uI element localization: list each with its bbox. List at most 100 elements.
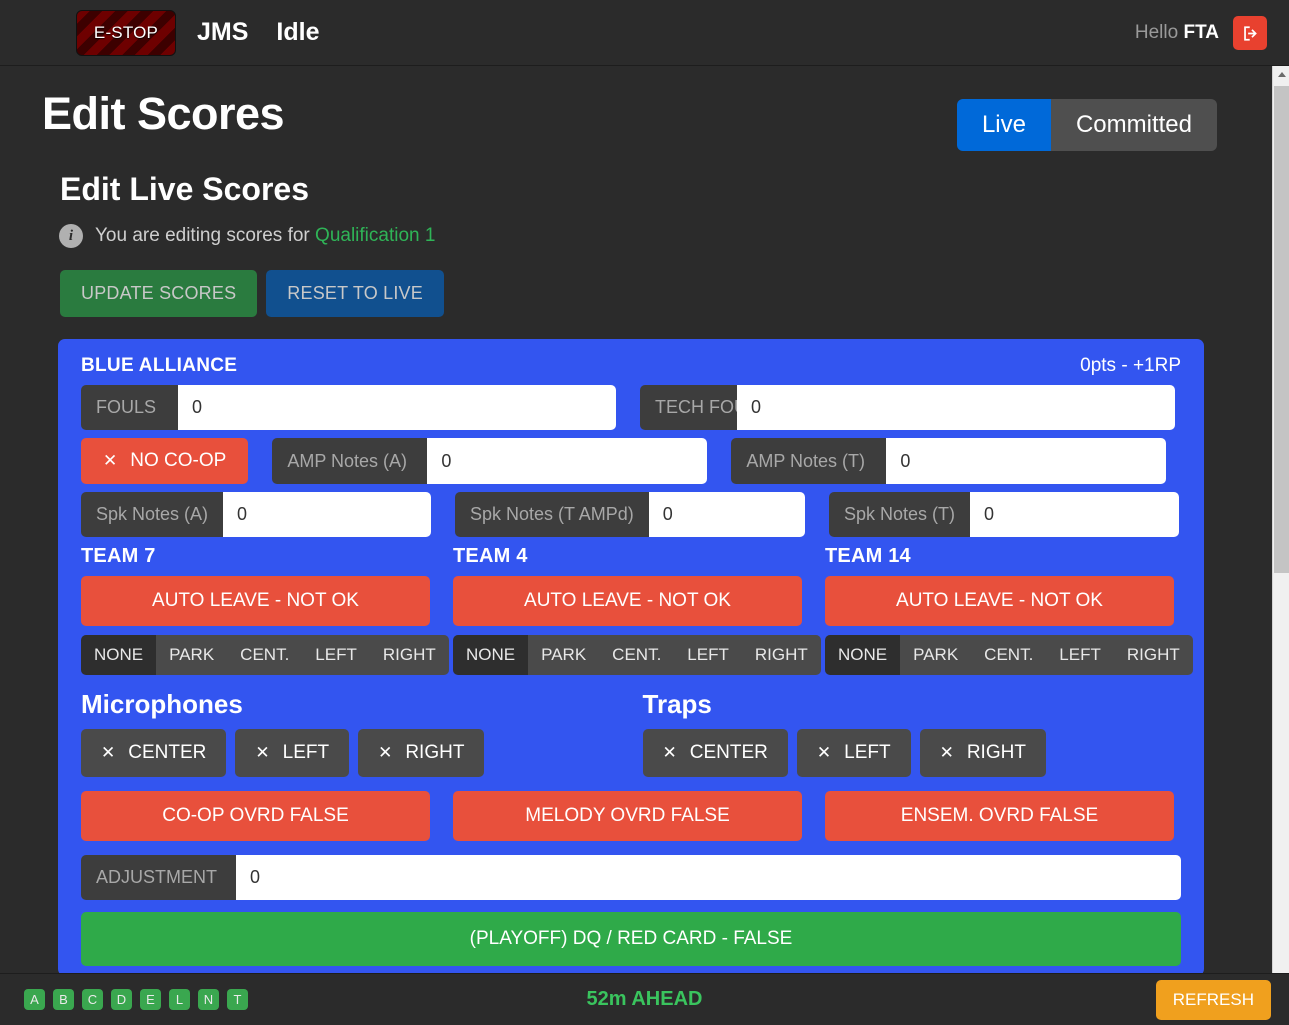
spk-notes-ampd-input[interactable] — [648, 492, 805, 537]
coop-override-toggle[interactable]: CO-OP OVRD FALSE — [81, 791, 430, 841]
segment-none[interactable]: NONE — [81, 635, 157, 675]
trap-center-label: CENTER — [689, 742, 768, 763]
segment-left[interactable]: LEFT — [1046, 635, 1114, 675]
traps-title: Traps — [642, 689, 712, 719]
dq-red-card-toggle[interactable]: (PLAYOFF) DQ / RED CARD - FALSE — [81, 912, 1181, 966]
microphones-title: Microphones — [81, 689, 243, 719]
status-letter[interactable]: B — [53, 989, 74, 1010]
team-name: TEAM 14 — [825, 545, 911, 567]
dq-row: (PLAYOFF) DQ / RED CARD - FALSE — [58, 912, 1204, 966]
microphone-center-toggle[interactable]: ✕ CENTER — [81, 729, 227, 777]
x-icon: ✕ — [255, 743, 270, 762]
status-letter[interactable]: N — [198, 989, 219, 1010]
info-icon: i — [59, 224, 83, 248]
x-icon: ✕ — [378, 743, 393, 762]
no-coop-toggle[interactable]: ✕ NO CO-OP — [81, 438, 249, 484]
greeting-prefix: Hello — [1134, 22, 1184, 43]
teams-row: TEAM 7 AUTO LEAVE - NOT OK NONE PARK CEN… — [58, 545, 1204, 675]
status-letter[interactable]: C — [82, 989, 103, 1010]
microphone-center-label: CENTER — [128, 742, 207, 763]
trap-right-toggle[interactable]: ✕ RIGHT — [919, 729, 1046, 777]
spk-notes-auto-field[interactable]: Spk Notes (A) — [81, 492, 431, 537]
auto-leave-toggle[interactable]: AUTO LEAVE - NOT OK — [81, 576, 430, 626]
status-letter[interactable]: D — [111, 989, 132, 1010]
estop-button[interactable]: E-STOP — [76, 9, 176, 56]
bottom-status-bar: A B C D E L N T 52m AHEAD REFRESH — [0, 973, 1289, 1025]
alliance-name: BLUE ALLIANCE — [81, 355, 238, 376]
amp-notes-auto-field[interactable]: AMP Notes (A) — [272, 438, 708, 484]
amp-notes-auto-label: AMP Notes (A) — [272, 438, 428, 484]
alliance-header: BLUE ALLIANCE 0pts - +1RP — [58, 339, 1204, 385]
auto-leave-toggle[interactable]: AUTO LEAVE - NOT OK — [825, 576, 1174, 626]
segment-park[interactable]: PARK — [528, 635, 600, 675]
user-greeting: Hello FTA — [1135, 22, 1219, 44]
reset-to-live-button[interactable]: RESET TO LIVE — [266, 270, 444, 317]
segment-park[interactable]: PARK — [900, 635, 972, 675]
segment-center[interactable]: CENT. — [227, 635, 303, 675]
segment-right[interactable]: RIGHT — [369, 635, 449, 675]
trap-center-toggle[interactable]: ✕ CENTER — [642, 729, 788, 777]
refresh-button[interactable]: REFRESH — [1155, 979, 1271, 1020]
microphone-left-toggle[interactable]: ✕ LEFT — [235, 729, 350, 777]
fouls-input[interactable] — [178, 385, 616, 430]
status-letter[interactable]: T — [227, 989, 248, 1010]
spk-notes-auto-label: Spk Notes (A) — [81, 492, 224, 537]
tab-live[interactable]: Live — [956, 99, 1051, 151]
trap-right-label: RIGHT — [966, 742, 1026, 763]
amp-notes-auto-input[interactable] — [427, 438, 708, 484]
melody-override-toggle[interactable]: MELODY OVRD FALSE — [453, 791, 802, 841]
x-icon: ✕ — [662, 743, 677, 762]
ensemble-override-toggle[interactable]: ENSEM. OVRD FALSE — [825, 791, 1174, 841]
scroll-up-button[interactable] — [1273, 66, 1289, 83]
adjustment-field[interactable]: ADJUSTMENT — [81, 855, 1181, 900]
greeting-username: FTA — [1183, 22, 1219, 43]
segment-right[interactable]: RIGHT — [1113, 635, 1193, 675]
app-title: JMS — [197, 18, 249, 46]
spk-notes-teleop-label: Spk Notes (T) — [829, 492, 971, 537]
action-button-row: UPDATE SCORES RESET TO LIVE — [60, 270, 1272, 317]
status-letter[interactable]: E — [140, 989, 161, 1010]
amp-notes-teleop-label: AMP Notes (T) — [731, 438, 887, 484]
segment-left[interactable]: LEFT — [674, 635, 742, 675]
segment-none[interactable]: NONE — [453, 635, 529, 675]
team-column: TEAM 7 AUTO LEAVE - NOT OK NONE PARK CEN… — [81, 545, 449, 675]
segment-right[interactable]: RIGHT — [741, 635, 821, 675]
auto-leave-toggle[interactable]: AUTO LEAVE - NOT OK — [453, 576, 802, 626]
spk-notes-teleop-input[interactable] — [970, 492, 1179, 537]
vertical-scrollbar[interactable] — [1272, 66, 1289, 986]
blue-alliance-panel: BLUE ALLIANCE 0pts - +1RP FOULS TECH FOU… — [58, 339, 1204, 973]
fouls-field[interactable]: FOULS — [81, 385, 616, 430]
tab-committed[interactable]: Committed — [1050, 99, 1217, 151]
amp-notes-teleop-field[interactable]: AMP Notes (T) — [731, 438, 1167, 484]
traps-group: Traps ✕ CENTER ✕ LEFT ✕ RIGHT — [642, 689, 1182, 777]
trap-left-toggle[interactable]: ✕ LEFT — [796, 729, 911, 777]
segment-left[interactable]: LEFT — [302, 635, 370, 675]
update-scores-button[interactable]: UPDATE SCORES — [60, 270, 258, 317]
overrides-row: CO-OP OVRD FALSE MELODY OVRD FALSE ENSEM… — [58, 791, 1204, 841]
adjustment-input[interactable] — [236, 855, 1181, 900]
logout-button[interactable] — [1233, 16, 1267, 50]
amp-notes-teleop-input[interactable] — [886, 438, 1167, 484]
microphones-traps-row: Microphones ✕ CENTER ✕ LEFT ✕ RIGHT Trap… — [58, 689, 1204, 777]
no-coop-label: NO CO-OP — [130, 450, 227, 471]
segment-center[interactable]: CENT. — [599, 635, 675, 675]
tech-fouls-field[interactable]: TECH FOULS — [640, 385, 1175, 430]
scrollbar-thumb[interactable] — [1274, 86, 1289, 573]
segment-none[interactable]: NONE — [825, 635, 901, 675]
segment-center[interactable]: CENT. — [971, 635, 1047, 675]
endgame-segment-group: NONE PARK CENT. LEFT RIGHT — [825, 635, 1193, 675]
spk-notes-auto-input[interactable] — [223, 492, 431, 537]
status-letter[interactable]: L — [169, 989, 190, 1010]
microphone-right-toggle[interactable]: ✕ RIGHT — [358, 729, 485, 777]
segment-park[interactable]: PARK — [156, 635, 228, 675]
status-letter[interactable]: A — [24, 989, 45, 1010]
team-name: TEAM 7 — [81, 545, 156, 567]
tech-fouls-input[interactable] — [737, 385, 1175, 430]
microphone-left-label: LEFT — [282, 742, 330, 763]
spk-notes-ampd-label: Spk Notes (T AMPd) — [455, 492, 649, 537]
fouls-label: FOULS — [81, 385, 178, 430]
editing-match-link[interactable]: Qualification 1 — [315, 225, 435, 246]
spk-notes-teleop-field[interactable]: Spk Notes (T) — [829, 492, 1179, 537]
editing-prefix: You are editing scores for — [95, 225, 316, 246]
spk-notes-ampd-field[interactable]: Spk Notes (T AMPd) — [455, 492, 805, 537]
